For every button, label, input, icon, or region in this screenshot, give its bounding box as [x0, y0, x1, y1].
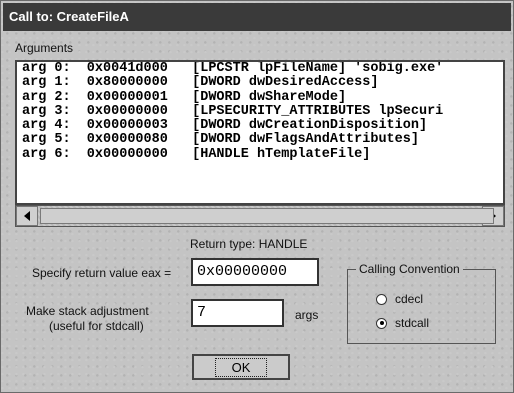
stack-adjustment-input[interactable]: 7	[191, 299, 284, 327]
arg-row[interactable]: arg 6: 0x00000000 [HANDLE hTemplateFile]	[17, 147, 503, 162]
scroll-thumb[interactable]	[40, 208, 494, 224]
return-type-label: Return type: HANDLE	[190, 237, 308, 251]
arg-row[interactable]: arg 3: 0x00000000 [LPSECURITY_ATTRIBUTES…	[17, 104, 503, 119]
arguments-horizontal-scrollbar[interactable]	[15, 205, 505, 227]
radio-stdcall[interactable]: stdcall	[376, 316, 429, 330]
radio-cdecl[interactable]: cdecl	[376, 292, 423, 306]
stack-adjustment-hint: (useful for stdcall)	[49, 319, 144, 333]
arg-row[interactable]: arg 5: 0x00000080 [DWORD dwFlagsAndAttri…	[17, 133, 503, 148]
scroll-track[interactable]	[38, 206, 494, 226]
return-value-input[interactable]: 0x00000000	[191, 258, 319, 286]
arrow-left-icon	[24, 211, 30, 221]
calling-convention-title: Calling Convention	[356, 262, 463, 276]
ok-button-label: OK	[214, 357, 268, 377]
createfile-dialog: Call to: CreateFileA Arguments arg 0: 0x…	[0, 0, 514, 393]
calling-convention-group: Calling Convention cdecl stdcall	[347, 262, 496, 344]
arg-row[interactable]: arg 2: 0x00000001 [DWORD dwShareMode]	[17, 90, 503, 105]
stack-adjustment-label: Make stack adjustment	[26, 304, 149, 318]
arg-row[interactable]: arg 1: 0x80000000 [DWORD dwDesiredAccess…	[17, 75, 503, 90]
radio-checked-icon	[376, 317, 387, 329]
arg-row[interactable]: arg 4: 0x00000003 [DWORD dwCreationDispo…	[17, 118, 503, 133]
scroll-left-button[interactable]	[16, 206, 38, 226]
ok-button[interactable]: OK	[192, 354, 290, 380]
dialog-title: Call to: CreateFileA	[3, 3, 511, 31]
radio-unchecked-icon	[376, 293, 387, 305]
args-unit-label: args	[295, 308, 319, 322]
return-value-label: Specify return value eax =	[32, 266, 172, 280]
arg-row[interactable]: arg 0: 0x0041d000 [LPCSTR lpFileName] 's…	[17, 62, 503, 76]
radio-stdcall-label: stdcall	[395, 316, 430, 330]
radio-cdecl-label: cdecl	[395, 292, 424, 306]
arguments-list[interactable]: arg 0: 0x0041d000 [LPCSTR lpFileName] 's…	[15, 60, 505, 205]
arguments-label: Arguments	[15, 41, 74, 55]
